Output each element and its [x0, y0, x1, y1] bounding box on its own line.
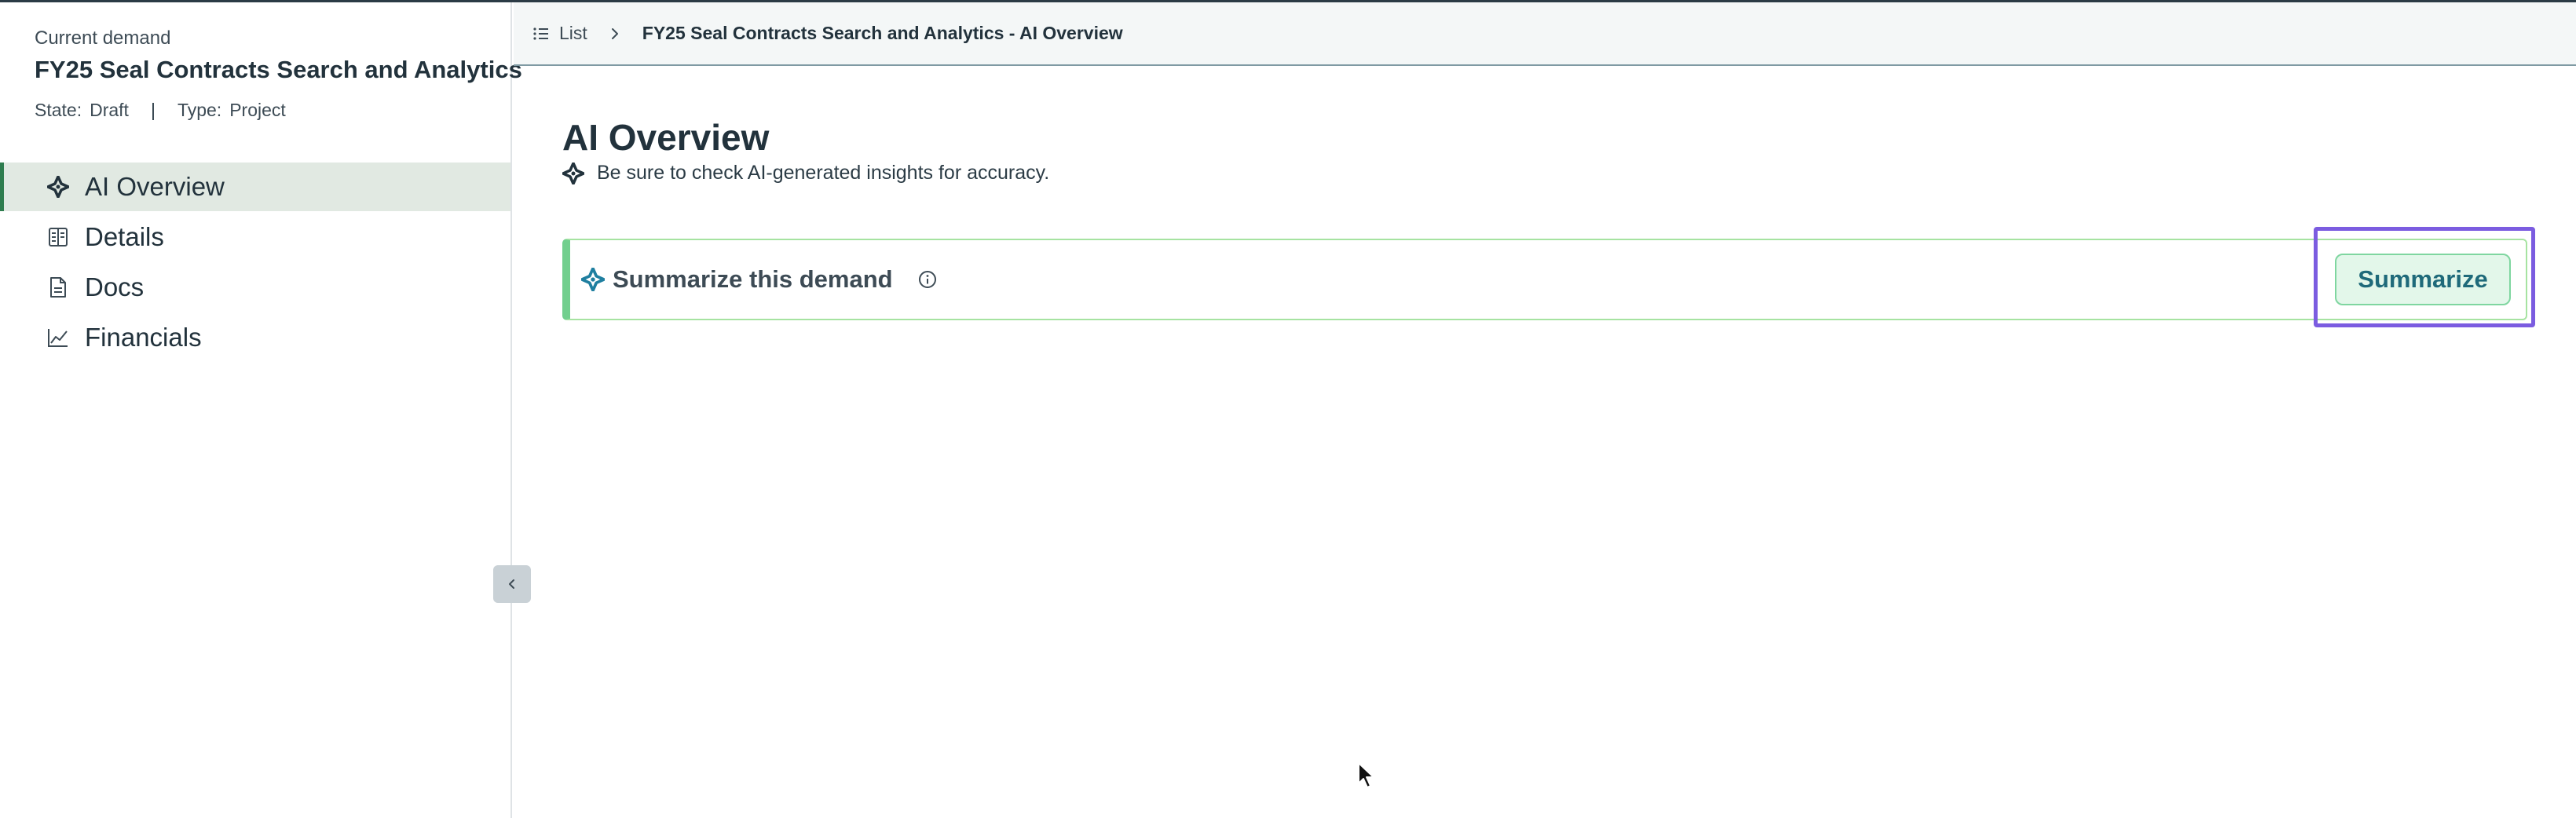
- demand-title: FY25 Seal Contracts Search and Analytics: [35, 56, 522, 83]
- mouse-cursor-icon: [1357, 761, 1376, 794]
- document-icon: [46, 275, 71, 300]
- chevron-right-icon: [609, 27, 620, 41]
- sidebar-item-label: Financials: [85, 323, 202, 352]
- type-label: Type:: [177, 100, 222, 120]
- state-label: State:: [35, 100, 82, 120]
- state-value: Draft: [90, 100, 129, 120]
- sidebar-item-label: Docs: [85, 272, 145, 301]
- meta-separator: |: [150, 100, 156, 120]
- info-icon[interactable]: [918, 270, 937, 289]
- breadcrumb-list-label: List: [559, 23, 587, 43]
- collapse-sidebar-button[interactable]: [493, 565, 531, 603]
- chevron-left-icon: [509, 579, 514, 589]
- demand-meta: State: Draft | Type: Project: [35, 100, 286, 121]
- sparkle-icon: [562, 162, 584, 184]
- sidebar-item-ai-overview[interactable]: AI Overview: [0, 163, 510, 211]
- page-title: AI Overview: [562, 117, 770, 158]
- breadcrumb-current: FY25 Seal Contracts Search and Analytics…: [642, 23, 1123, 43]
- type-value: Project: [229, 100, 286, 120]
- breadcrumb-list-link[interactable]: List: [532, 23, 587, 44]
- disclaimer-text: Be sure to check AI-generated insights f…: [597, 162, 1050, 184]
- ai-disclaimer: Be sure to check AI-generated insights f…: [562, 162, 1049, 184]
- sidebar: Current demand FY25 Seal Contracts Searc…: [0, 2, 522, 818]
- sparkle-icon: [46, 174, 71, 199]
- breadcrumb: List FY25 Seal Contracts Search and Anal…: [514, 2, 2576, 66]
- demand-caption: Current demand: [35, 27, 171, 49]
- card-title: Summarize this demand: [613, 265, 893, 293]
- sidebar-item-financials[interactable]: Financials: [0, 313, 510, 362]
- sidebar-item-label: Details: [85, 222, 164, 251]
- chart-line-icon: [46, 325, 71, 350]
- summarize-button[interactable]: Summarize: [2335, 254, 2511, 305]
- card-heading: Summarize this demand: [581, 265, 937, 294]
- list-icon: [533, 27, 548, 40]
- summarize-card: Summarize this demand: [562, 239, 2527, 320]
- sparkle-icon: [581, 268, 605, 291]
- sidebar-item-label: AI Overview: [85, 172, 225, 201]
- sidebar-item-details[interactable]: Details: [0, 213, 510, 261]
- details-icon: [46, 225, 71, 250]
- sidebar-nav: AI Overview Details Docs Financials: [0, 163, 510, 363]
- sidebar-item-docs[interactable]: Docs: [0, 263, 510, 312]
